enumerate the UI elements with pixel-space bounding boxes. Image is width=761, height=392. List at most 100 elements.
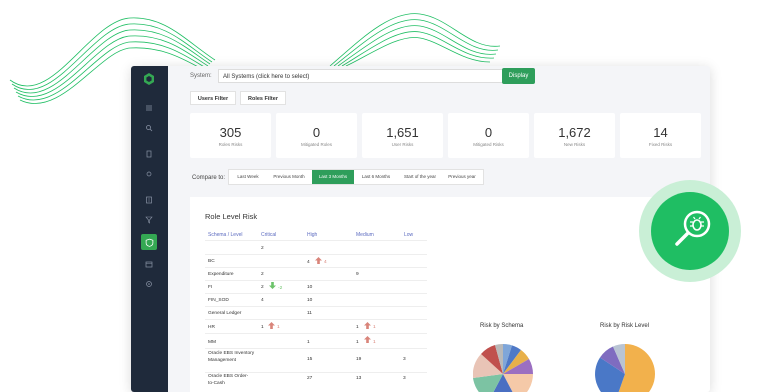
stat-label: Mitigated Roles: [300, 142, 332, 147]
cell-critical: 2: [261, 246, 264, 251]
menu-icon[interactable]: [143, 102, 155, 114]
sidebar: [131, 66, 168, 392]
compare-option-start-of-year[interactable]: Start of the year: [398, 170, 442, 184]
cell-high: 15: [307, 357, 313, 362]
up-arrow-icon: [315, 257, 322, 264]
stat-card-new-risks: 1,672 New Risks: [534, 113, 615, 158]
medium-change: 1: [373, 325, 376, 330]
cell-schema: FIN_SOD: [208, 298, 229, 303]
logo-icon[interactable]: [143, 73, 155, 85]
compare-option-last-3-months[interactable]: Last 3 Months: [312, 170, 354, 184]
table-row[interactable]: 2: [205, 241, 427, 255]
panel-title: Role Level Risk: [205, 212, 258, 221]
document-icon[interactable]: [143, 194, 155, 206]
app-window: System: All Systems (click here to selec…: [131, 66, 710, 392]
cell-low: 3: [403, 357, 406, 362]
compare-option-previous-year[interactable]: Previous year: [443, 170, 481, 184]
stat-card-mitigated-roles: 0 Mitigated Roles: [276, 113, 357, 158]
table-row[interactable]: Oracle EBS Order-to-Cash 27 13 3: [205, 372, 427, 392]
medium-change: 1: [373, 340, 376, 345]
risk-by-schema-title: Risk by Schema: [480, 323, 524, 329]
system-label: System:: [190, 73, 212, 79]
stat-card-roles-risks: 305 Roles Risks: [190, 113, 271, 158]
high-change: 4: [324, 260, 327, 265]
cell-medium: 19: [356, 357, 362, 362]
cell-high: 1: [307, 340, 310, 345]
stat-card-mitigated-risks: 0 Mitigated Risks: [448, 113, 529, 158]
cell-critical: 2: [261, 285, 264, 290]
stat-label: Roles Risks: [218, 142, 243, 147]
cell-schema: FI: [208, 285, 213, 290]
stat-label: New Risks: [563, 142, 586, 147]
cell-critical: 4: [261, 298, 264, 303]
system-select[interactable]: All Systems (click here to select): [218, 69, 504, 83]
up-arrow-icon: [364, 336, 371, 343]
cell-critical: 2: [261, 272, 264, 277]
table-row[interactable]: Expenditure 2 9: [205, 267, 427, 281]
critical-change: 1: [277, 325, 280, 330]
risk-by-level-title: Risk by Risk Level: [600, 323, 650, 329]
table-row[interactable]: MM 1 1 1: [205, 333, 427, 349]
compare-option-last-6-months[interactable]: Last 6 Months: [355, 170, 397, 184]
column-header-high[interactable]: High: [307, 232, 317, 238]
cell-medium: 13: [356, 376, 362, 381]
users-filter-button[interactable]: Users Filter: [190, 91, 236, 105]
cell-schema: Oracle EBS Inventory Management: [208, 351, 255, 363]
critical-change: -2: [278, 286, 283, 291]
table-row[interactable]: FIN_SOD 4 10: [205, 293, 427, 307]
stat-value: 305: [219, 125, 242, 140]
roles-filter-button[interactable]: Roles Filter: [240, 91, 286, 105]
cell-schema: Expenditure: [208, 272, 234, 277]
display-button[interactable]: Display: [502, 68, 535, 84]
cell-high: 4: [307, 260, 310, 265]
risk-by-schema-pie[interactable]: [473, 344, 533, 392]
cell-schema: Oracle EBS Order-to-Cash: [208, 374, 249, 386]
risk-by-level-pie[interactable]: [595, 344, 655, 392]
up-arrow-icon: [268, 322, 275, 329]
up-arrow-icon: [364, 322, 371, 329]
filter-icon[interactable]: [143, 214, 155, 226]
stat-value: 14: [653, 125, 668, 140]
table-row[interactable]: Oracle EBS Inventory Management 15 19 3: [205, 348, 427, 373]
calendar-icon[interactable]: [143, 258, 155, 270]
stat-value: 1,672: [558, 125, 591, 140]
table-row[interactable]: General Ledger 11: [205, 306, 427, 320]
compare-label: Compare to:: [192, 175, 226, 181]
column-header-low[interactable]: Low: [404, 232, 413, 238]
table-row[interactable]: FI 2 -2 10: [205, 280, 427, 294]
cell-critical: 1: [261, 325, 264, 330]
stat-label: Mitigated Risks: [473, 142, 504, 147]
search-icon[interactable]: [143, 122, 155, 134]
main-content: System: All Systems (click here to selec…: [168, 66, 710, 392]
cell-schema: BC: [208, 259, 215, 264]
column-header-schema[interactable]: Schema / Level: [208, 232, 242, 238]
stat-value: 0: [484, 125, 493, 140]
cell-medium: 1: [356, 325, 359, 330]
compare-options: Last Week Previous Month Last 3 Months L…: [228, 169, 484, 185]
cell-medium: 9: [356, 272, 359, 277]
cell-low: 3: [403, 376, 406, 381]
stat-value: 0: [312, 125, 321, 140]
stat-label: Fixed Risks: [648, 142, 673, 147]
table-row[interactable]: BC 4 4: [205, 254, 427, 268]
settings-icon[interactable]: [143, 168, 155, 180]
down-arrow-icon: [269, 282, 276, 289]
compare-option-previous-month[interactable]: Previous Month: [267, 170, 311, 184]
cell-schema: HR: [208, 325, 215, 330]
cell-schema: MM: [208, 340, 216, 345]
compare-option-last-week[interactable]: Last Week: [231, 170, 265, 184]
cell-high: 27: [307, 376, 313, 381]
file-icon[interactable]: [143, 148, 155, 160]
shield-icon[interactable]: [141, 234, 157, 250]
cell-high: 11: [307, 311, 312, 316]
cell-medium: 1: [356, 340, 359, 345]
table-row[interactable]: HR 1 1 1 1: [205, 319, 427, 334]
stat-card-fixed-risks: 14 Fixed Risks: [620, 113, 701, 158]
bug-search-icon: [651, 192, 729, 270]
column-header-critical[interactable]: Critical: [261, 232, 276, 238]
stat-value: 1,651: [386, 125, 419, 140]
stat-card-user-risks: 1,651 User Risks: [362, 113, 443, 158]
column-header-medium[interactable]: Medium: [356, 232, 374, 238]
cell-schema: General Ledger: [208, 311, 242, 316]
gear-icon[interactable]: [143, 278, 155, 290]
